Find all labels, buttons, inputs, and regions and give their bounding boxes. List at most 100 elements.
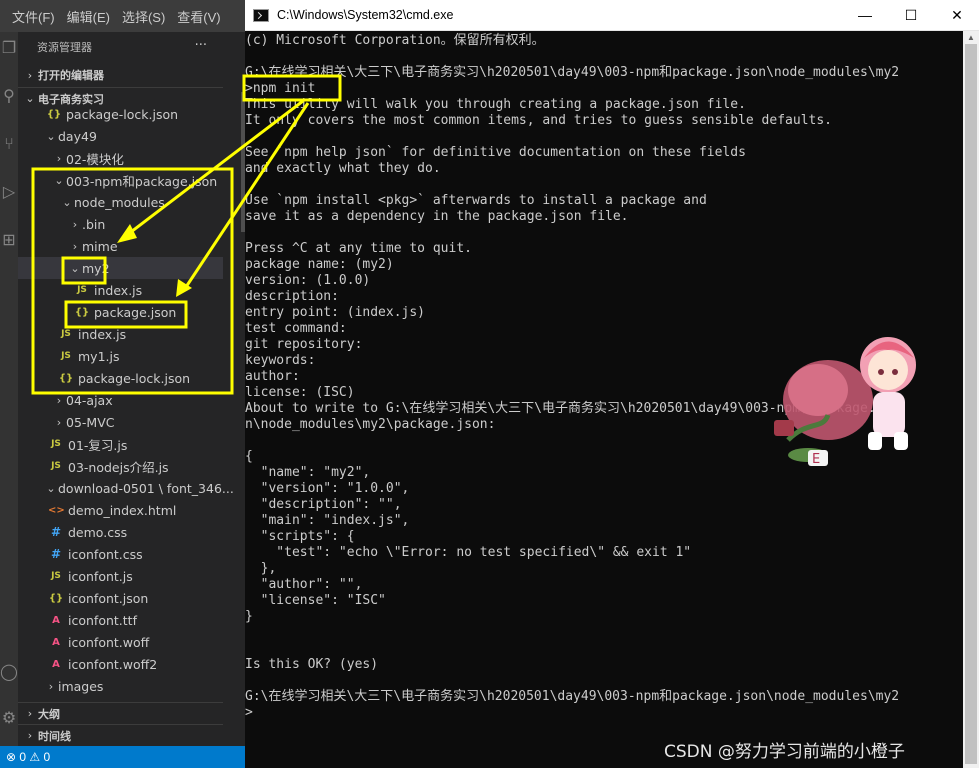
- tree-item-nodejs-intro-js[interactable]: JS 03-nodejs介绍.js: [18, 455, 223, 477]
- tree-item-label: demo.css: [68, 524, 128, 540]
- font-file-icon: A: [52, 614, 60, 626]
- tree-item-label: iconfont.ttf: [68, 612, 137, 628]
- tree-item-label: .bin: [82, 216, 106, 232]
- chevron-down-icon: ⌄: [46, 129, 56, 143]
- tree-item-label: demo_index.html: [68, 502, 177, 518]
- cmd-scrollbar-thumb[interactable]: [965, 44, 977, 764]
- tree-folder-node-modules[interactable]: ⌄ node_modules: [18, 191, 223, 213]
- search-icon[interactable]: ⚲: [0, 88, 18, 106]
- tree-item-label: node_modules: [74, 194, 165, 210]
- tree-item-label: package-lock.json: [78, 370, 191, 386]
- tree-item-label: iconfont.js: [68, 568, 133, 584]
- tree-item-label: iconfont.css: [68, 546, 143, 562]
- chevron-right-icon: ›: [72, 217, 78, 231]
- tree-item-iconfont-woff[interactable]: A iconfont.woff: [18, 631, 223, 653]
- tree-item-label: 03-nodejs介绍.js: [68, 459, 169, 475]
- js-icon: JS: [51, 461, 61, 471]
- tree-folder-ajax[interactable]: › 04-ajax: [18, 389, 223, 411]
- outline-section[interactable]: › 大纲: [18, 702, 223, 724]
- tree-item-label: 01-复习.js: [68, 437, 128, 453]
- tree-item-my2-package-json[interactable]: {} package.json: [18, 301, 223, 323]
- js-icon: JS: [51, 439, 61, 449]
- tree-item-iconfont-ttf[interactable]: A iconfont.ttf: [18, 609, 223, 631]
- tree-item-my2-index-js[interactable]: JS index.js: [18, 279, 223, 301]
- anime-character-sticker: E: [774, 337, 916, 467]
- json-icon: {}: [48, 592, 64, 604]
- tree-item-label: download-0501 \ font_346...: [58, 480, 234, 496]
- tree-item-iconfont-js[interactable]: JS iconfont.js: [18, 565, 223, 587]
- tree-item-label: index.js: [94, 282, 143, 298]
- extensions-icon[interactable]: ⊞: [0, 232, 18, 250]
- window-title: C:\Windows\System32\cmd.exe: [277, 8, 454, 22]
- timeline-section[interactable]: › 时间线: [18, 724, 223, 746]
- tree-item-index-js[interactable]: JS index.js: [18, 323, 223, 345]
- close-button[interactable]: ✕: [934, 0, 979, 31]
- js-icon: JS: [77, 285, 87, 295]
- tree-item-my1-js[interactable]: JS my1.js: [18, 345, 223, 367]
- chevron-right-icon: ›: [27, 68, 33, 82]
- tree-folder-bin[interactable]: › .bin: [18, 213, 223, 235]
- tree-item-label: iconfont.json: [68, 590, 149, 606]
- js-icon: JS: [61, 351, 71, 361]
- tree-folder-download[interactable]: ⌄ download-0501 \ font_346...: [18, 477, 233, 499]
- tree-item-label: iconfont.woff: [68, 634, 150, 650]
- css-icon: #: [50, 525, 62, 539]
- tree-folder-day49[interactable]: ⌄ day49: [18, 125, 223, 147]
- timeline-label: 时间线: [38, 729, 71, 743]
- cmd-titlebar: C:\Windows\System32\cmd.exe — ☐ ✕: [245, 0, 979, 31]
- more-actions-icon[interactable]: ···: [195, 38, 207, 53]
- csdn-watermark: CSDN @努力学习前端的小橙子: [664, 742, 905, 762]
- account-icon[interactable]: ◯: [0, 664, 18, 682]
- tree-item-label: iconfont.woff2: [68, 656, 158, 672]
- scroll-up-icon[interactable]: ▲: [963, 31, 979, 45]
- json-icon: {}: [46, 108, 62, 120]
- chevron-right-icon: ›: [48, 679, 54, 693]
- tree-item-iconfont-css[interactable]: # iconfont.css: [18, 543, 223, 565]
- cmd-app-icon: [253, 8, 269, 22]
- tree-item-label: 02-模块化: [66, 151, 124, 167]
- minimize-button[interactable]: —: [842, 0, 888, 31]
- explorer-icon[interactable]: ❐: [0, 40, 18, 58]
- tree-item-label: package-lock.json: [66, 106, 179, 122]
- tree-item-label: mime: [82, 238, 118, 254]
- chevron-down-icon: ⌄: [46, 481, 56, 495]
- css-icon: #: [50, 547, 62, 561]
- tree-folder-mvc[interactable]: › 05-MVC: [18, 411, 223, 433]
- tree-item-demo-css[interactable]: # demo.css: [18, 521, 223, 543]
- chevron-right-icon: ›: [56, 415, 62, 429]
- tree-item-label: my2: [82, 260, 110, 276]
- menu-file[interactable]: 文件(F): [0, 7, 61, 26]
- tree-item-demo-index-html[interactable]: <> demo_index.html: [18, 499, 223, 521]
- tree-folder-images[interactable]: › images: [18, 675, 223, 697]
- font-file-icon: A: [52, 636, 60, 648]
- gear-icon[interactable]: ⚙: [0, 710, 18, 728]
- tree-item-label: 05-MVC: [66, 414, 115, 430]
- activity-bar: ❐ ⚲ ⑂ ▷ ⊞ ◯ ⚙: [0, 32, 18, 746]
- vscode-menubar: 文件(F) 编辑(E) 选择(S) 查看(V): [0, 0, 245, 32]
- tree-folder-mime[interactable]: › mime: [18, 235, 223, 257]
- tree-item-iconfont-woff2[interactable]: A iconfont.woff2: [18, 653, 223, 675]
- maximize-button[interactable]: ☐: [888, 0, 934, 31]
- menu-edit[interactable]: 编辑(E): [61, 7, 116, 26]
- tree-item-review-js[interactable]: JS 01-复习.js: [18, 433, 223, 455]
- tree-item-label: index.js: [78, 326, 127, 342]
- explorer-sidebar: 资源管理器 ··· › 打开的编辑器 ⌄ 电子商务实习 {} package-l…: [18, 32, 245, 746]
- tree-folder-003-npm[interactable]: ⌄ 003-npm和package.json: [18, 169, 223, 191]
- menu-selection[interactable]: 选择(S): [116, 7, 171, 26]
- tree-item-label: day49: [58, 128, 97, 144]
- source-control-icon[interactable]: ⑂: [0, 136, 18, 154]
- tree-item-label: images: [58, 678, 104, 694]
- tree-item-iconfont-json[interactable]: {} iconfont.json: [18, 587, 223, 609]
- tree-item-package-lock[interactable]: {} package-lock.json: [18, 103, 223, 125]
- tree-item-package-lock-json[interactable]: {} package-lock.json: [18, 367, 223, 389]
- json-icon: {}: [74, 306, 90, 318]
- open-editors-section[interactable]: › 打开的编辑器: [18, 64, 223, 86]
- tree-item-label: 003-npm和package.json: [66, 173, 218, 189]
- menu-view[interactable]: 查看(V): [171, 7, 226, 26]
- run-debug-icon[interactable]: ▷: [0, 184, 18, 202]
- problems-status[interactable]: ⊗ 0 ⚠ 0: [6, 750, 50, 764]
- tree-item-label: 04-ajax: [66, 392, 113, 408]
- tree-folder-my2[interactable]: ⌄ my2: [18, 257, 223, 279]
- chevron-right-icon: ›: [27, 729, 33, 742]
- tree-folder-modules[interactable]: › 02-模块化: [18, 147, 223, 169]
